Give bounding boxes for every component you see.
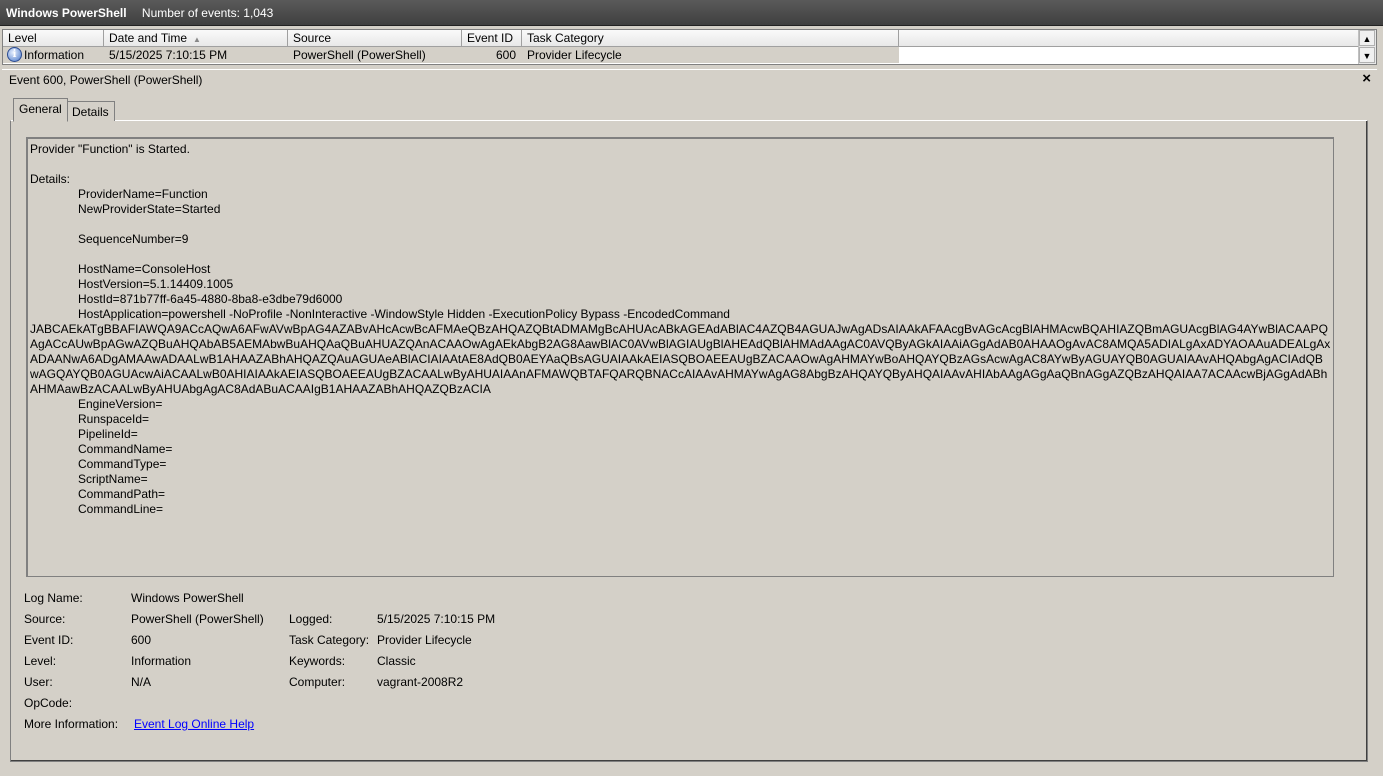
sort-ascending-icon: ▲ xyxy=(193,35,201,44)
host-id: HostId=871b77ff-6a45-4880-8ba8-e3dbe79d6… xyxy=(78,292,343,306)
provider-name: ProviderName=Function xyxy=(78,187,208,201)
tab-general[interactable]: General xyxy=(13,98,68,122)
app-title: Windows PowerShell xyxy=(6,6,127,20)
grid-scrollbar[interactable]: ▲ ▼ xyxy=(1358,30,1376,64)
event-id-value: 600 xyxy=(131,633,152,647)
keywords-value: Classic xyxy=(377,654,416,668)
computer-value: vagrant-2008R2 xyxy=(377,675,464,689)
cell-event-id: 600 xyxy=(495,48,516,62)
engine-version: EngineVersion= xyxy=(78,397,163,411)
user-value: N/A xyxy=(131,675,152,689)
level-value: Information xyxy=(131,654,192,668)
event-id-label: Event ID: xyxy=(24,633,74,647)
log-name-value: Windows PowerShell xyxy=(131,591,244,605)
encoded-command: JABCAEkATgBBAFIAWQA9ACcAQwA6AFwAVwBpAG4A… xyxy=(30,322,1331,396)
logged-label: Logged: xyxy=(289,612,333,626)
command-line: CommandLine= xyxy=(78,502,164,516)
message-summary: Provider "Function" is Started. xyxy=(30,142,190,156)
event-log-help-link[interactable]: Event Log Online Help xyxy=(134,717,254,731)
host-application: HostApplication=powershell -NoProfile -N… xyxy=(78,307,730,321)
details-heading: Details: xyxy=(30,172,71,186)
grid-header: Level Date and Time ▲ Source Event ID Tas… xyxy=(3,30,1359,47)
pipeline-id: PipelineId= xyxy=(78,427,138,441)
row-empty-area xyxy=(899,47,1359,63)
window-titlebar: Windows PowerShell Number of events: 1,0… xyxy=(0,0,1383,26)
event-detail-title: Event 600, PowerShell (PowerShell) xyxy=(2,69,1377,89)
keywords-label: Keywords: xyxy=(289,654,346,668)
col-header-event-id[interactable]: Event ID xyxy=(462,30,522,46)
scroll-down-icon[interactable]: ▼ xyxy=(1359,47,1375,63)
scroll-up-icon[interactable]: ▲ xyxy=(1359,30,1375,46)
tab-details[interactable]: Details xyxy=(66,101,115,121)
col-header-source[interactable]: Source xyxy=(288,30,462,46)
col-header-task-category[interactable]: Task Category xyxy=(522,30,899,46)
col-header-empty xyxy=(899,30,1359,46)
runspace-id: RunspaceId= xyxy=(78,412,150,426)
cell-task-category: Provider Lifecycle xyxy=(527,48,622,62)
col-header-level[interactable]: Level xyxy=(3,30,104,46)
command-name: CommandName= xyxy=(78,442,173,456)
task-category-label: Task Category: xyxy=(289,633,370,647)
close-icon[interactable]: × xyxy=(1362,70,1371,88)
host-name: HostName=ConsoleHost xyxy=(78,262,211,276)
opcode-label: OpCode: xyxy=(24,696,73,710)
log-name-label: Log Name: xyxy=(24,591,83,605)
command-path: CommandPath= xyxy=(78,487,166,501)
user-label: User: xyxy=(24,675,53,689)
event-message[interactable]: Provider "Function" is Started. Details:… xyxy=(26,137,1334,577)
task-category-value: Provider Lifecycle xyxy=(377,633,472,647)
col-header-date-time[interactable]: Date and Time ▲ xyxy=(104,30,288,46)
info-icon: i xyxy=(7,47,22,63)
script-name: ScriptName= xyxy=(78,472,148,486)
new-provider-state: NewProviderState=Started xyxy=(78,202,221,216)
event-count: Number of events: 1,043 xyxy=(141,6,274,20)
cell-datetime: 5/15/2025 7:10:15 PM xyxy=(109,48,228,62)
cell-source: PowerShell (PowerShell) xyxy=(293,48,426,62)
events-grid[interactable]: Level Date and Time ▲ Source Event ID Tas… xyxy=(2,29,1377,65)
source-label: Source: xyxy=(24,612,66,626)
source-value: PowerShell (PowerShell) xyxy=(131,612,264,626)
more-info-label: More Information: xyxy=(24,717,119,731)
command-type: CommandType= xyxy=(78,457,167,471)
sequence-number: SequenceNumber=9 xyxy=(78,232,189,246)
cell-level: i Information xyxy=(3,47,104,63)
level-label: Level: xyxy=(24,654,57,668)
logged-value: 5/15/2025 7:10:15 PM xyxy=(377,612,496,626)
host-version: HostVersion=5.1.14409.1005 xyxy=(78,277,234,291)
computer-label: Computer: xyxy=(289,675,346,689)
